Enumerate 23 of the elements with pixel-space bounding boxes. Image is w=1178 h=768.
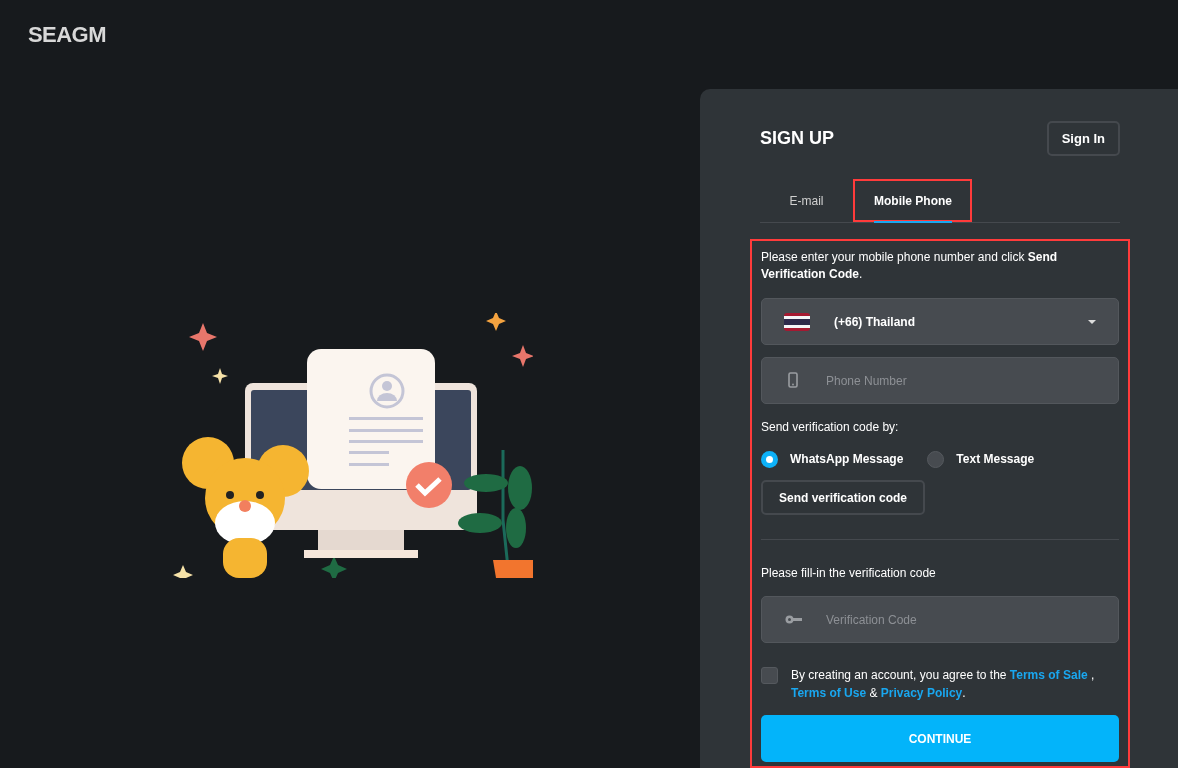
policy-link[interactable]: Privacy Policy	[880, 686, 963, 700]
tab[interactable]: E-mail	[760, 179, 853, 222]
form-title: SIGN UP	[760, 127, 834, 150]
agreement-text: By creating an account, you agree to the Terms of Sale , Terms of Use & Privacy Policy.	[791, 667, 1096, 702]
send-code-button[interactable]: Send verification code	[761, 480, 926, 515]
caret-icon	[1088, 319, 1096, 324]
instruction-text: Please enter your mobile phone number and click Send Verification Code.	[761, 249, 1059, 283]
checkbox[interactable]	[761, 667, 778, 684]
code-label: Please fill-in the verification code	[761, 565, 937, 582]
policy-link[interactable]: Terms of Sale	[1009, 668, 1088, 682]
key-icon	[785, 615, 803, 624]
policy-link[interactable]: Terms of Use	[791, 686, 867, 700]
logo[interactable]: SEAGM	[28, 22, 106, 47]
method-label: Send verification code by:	[761, 419, 900, 436]
phone-icon	[788, 372, 798, 388]
sign-in-button[interactable]: Sign In	[1046, 121, 1120, 156]
flag-icon	[784, 312, 810, 331]
country-select[interactable]: (+66) Thailand	[761, 298, 1119, 345]
tab[interactable]: Mobile Phone	[853, 179, 972, 222]
phone-field[interactable]: Phone Number	[761, 357, 1119, 404]
code-field[interactable]: Verification Code	[761, 596, 1119, 643]
radio-option[interactable]: Text Message	[927, 450, 1035, 468]
radio-option[interactable]: WhatsApp Message	[761, 450, 904, 468]
